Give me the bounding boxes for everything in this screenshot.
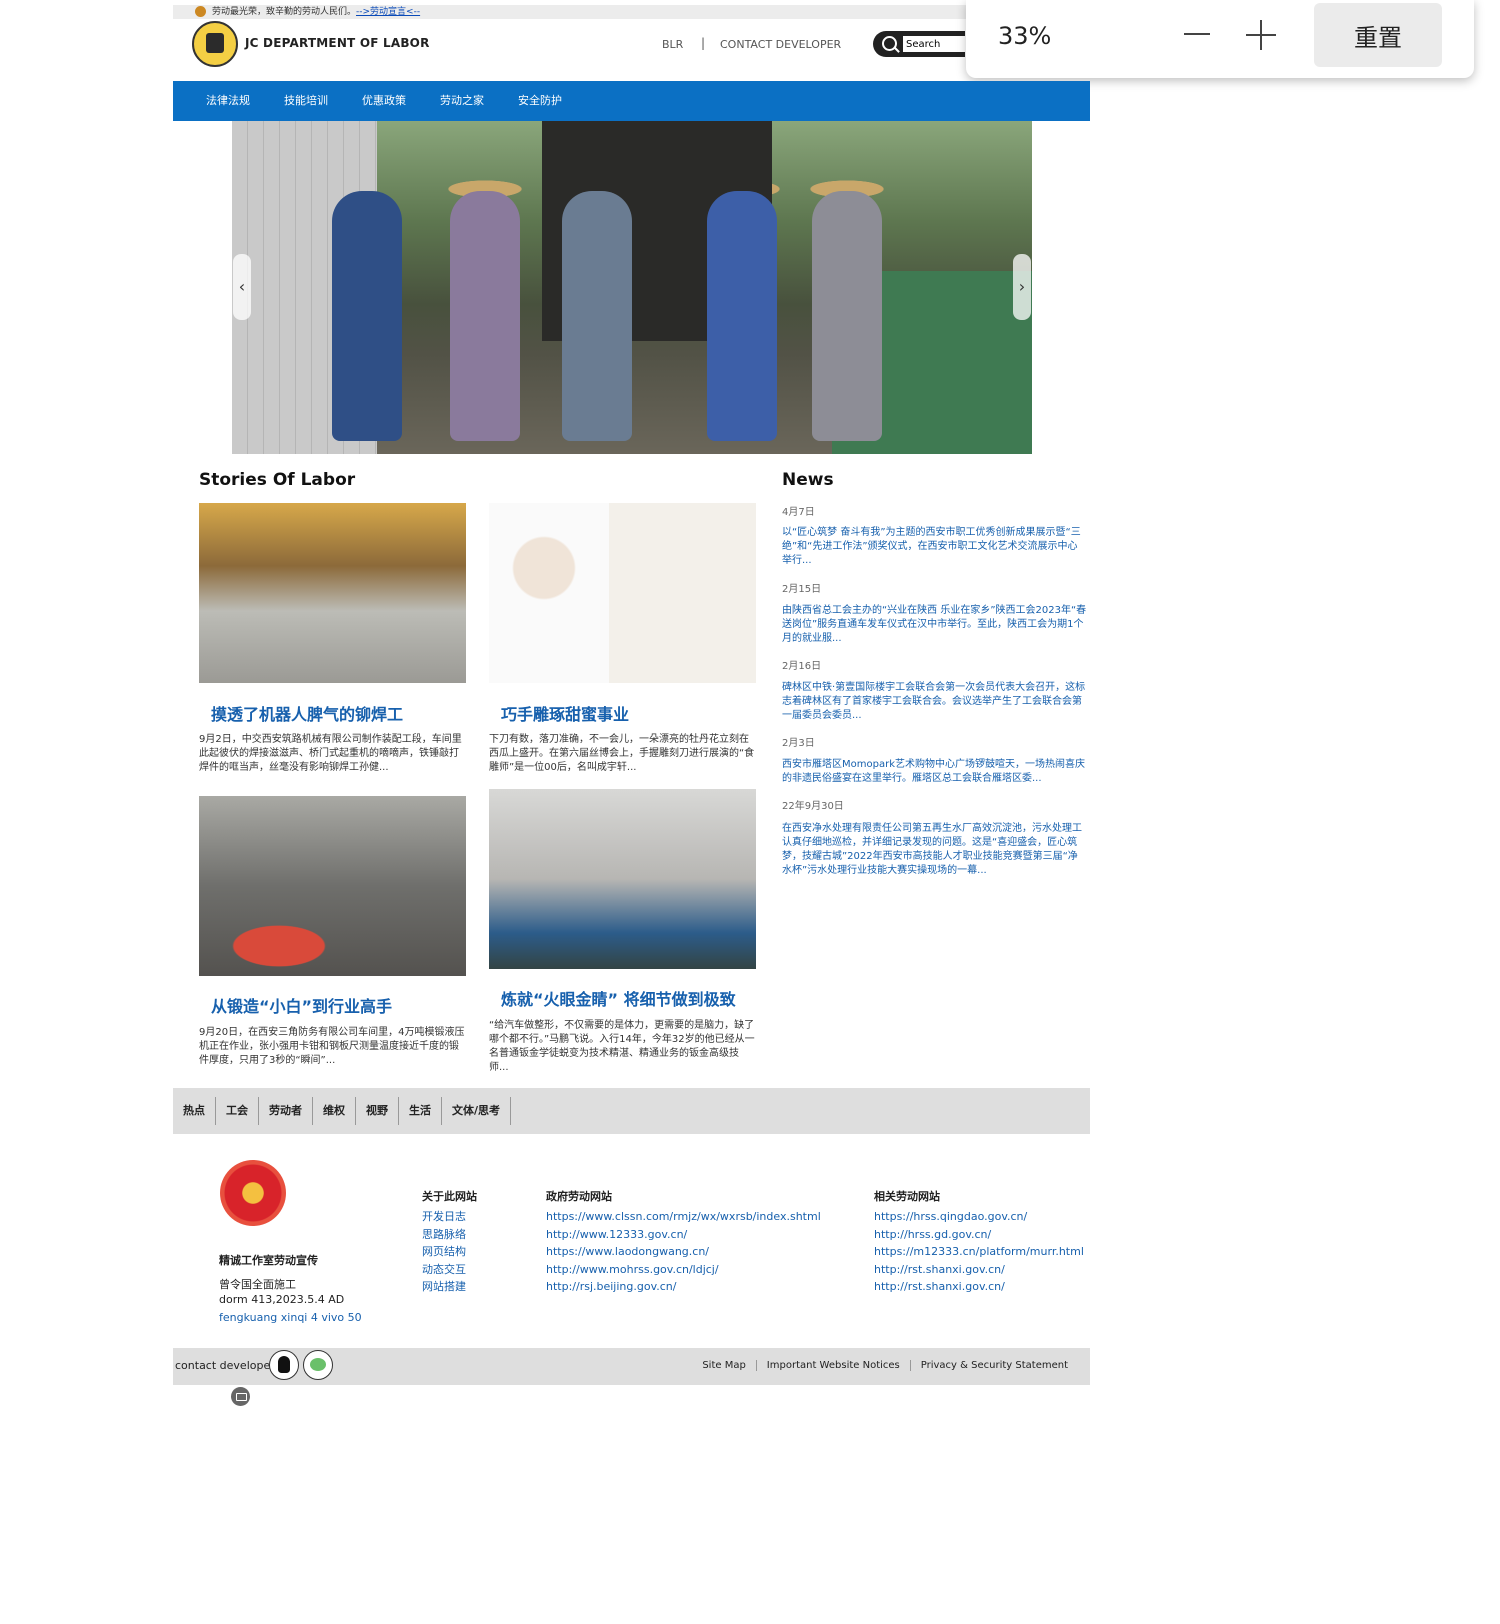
- carousel-prev-button[interactable]: ‹: [233, 254, 251, 320]
- footer-link[interactable]: 开发日志: [422, 1208, 466, 1226]
- category-tab[interactable]: 劳动者: [259, 1097, 313, 1125]
- footer-link[interactable]: http://hrss.gd.gov.cn/: [874, 1226, 1084, 1244]
- news-date: 4月7日: [782, 507, 815, 518]
- main-nav: 法律法规 技能培训 优惠政策 劳动之家 安全防护: [173, 81, 1090, 121]
- zoom-in-button[interactable]: [1246, 20, 1276, 50]
- site-map-link[interactable]: Site Map: [692, 1360, 755, 1371]
- footer-link[interactable]: 网页结构: [422, 1243, 466, 1261]
- contact-developer-label: contact developer: [175, 1359, 275, 1372]
- story-title[interactable]: 摸透了机器人脾气的铆焊工: [211, 701, 403, 725]
- nav-item-laws[interactable]: 法律法规: [206, 81, 250, 121]
- header-link-separator: |: [701, 36, 706, 50]
- hero-worker: [562, 191, 632, 441]
- story-image-welder[interactable]: [199, 503, 466, 683]
- footer-line: 曾令国全面施工: [219, 1278, 296, 1291]
- category-tab[interactable]: 生活: [399, 1097, 442, 1125]
- story-title[interactable]: 巧手雕琢甜蜜事业: [501, 701, 629, 725]
- footer-related-heading: 相关劳动网站: [874, 1190, 940, 1203]
- story-image-chef[interactable]: [489, 503, 756, 683]
- news-item[interactable]: 在西安净水处理有限责任公司第五再生水厂高效沉淀池，污水处理工认真仔细地巡检，并详…: [782, 822, 1087, 878]
- nav-item-skills-training[interactable]: 技能培训: [284, 81, 328, 121]
- news-item[interactable]: 西安市雁塔区Momopark艺术购物中心广场锣鼓喧天，一场热闹喜庆的非遗民俗盛宴…: [782, 758, 1087, 786]
- story-title[interactable]: 从锻造“小白”到行业高手: [211, 993, 392, 1017]
- website-notices-link[interactable]: Important Website Notices: [755, 1360, 910, 1371]
- search-box: [873, 31, 969, 57]
- news-item[interactable]: 以“匠心筑梦 奋斗有我”为主题的西安市职工优秀创新成果展示暨“三绝”和“先进工作…: [782, 526, 1087, 568]
- footer-about-links: 开发日志 思路脉络 网页结构 动态交互 网站搭建: [422, 1208, 466, 1296]
- footer-about-heading: 关于此网站: [422, 1190, 477, 1203]
- notice-link[interactable]: -->劳动宣言<--: [356, 7, 420, 17]
- footer-org-name: 精诚工作室劳动宣传: [219, 1254, 318, 1267]
- footer-link[interactable]: http://www.12333.gov.cn/: [546, 1226, 821, 1244]
- national-emblem-icon: [220, 1160, 286, 1226]
- story-desc: “给汽车做整形，不仅需要的是体力，更需要的是脑力，缺了哪个都不行。”马鹏飞说。入…: [489, 1020, 755, 1073]
- footer-bottom-links: Site Map Important Website Notices Privacy…: [692, 1360, 1078, 1371]
- header-link-blr[interactable]: BLR: [662, 38, 683, 51]
- news-item[interactable]: 由陕西省总工会主办的“兴业在陕西 乐业在家乡”陕西工会2023年“春送岗位”服务…: [782, 604, 1087, 646]
- footer-line: dorm 413,2023.5.4 AD: [219, 1293, 345, 1306]
- search-icon[interactable]: [882, 36, 897, 51]
- category-tab[interactable]: 工会: [216, 1097, 259, 1125]
- privacy-statement-link[interactable]: Privacy & Security Statement: [909, 1360, 1078, 1371]
- story-title[interactable]: 炼就“火眼金睛” 将细节做到极致: [501, 986, 736, 1010]
- zoom-reset-button[interactable]: 重置: [1314, 3, 1442, 67]
- story-image-forging[interactable]: [199, 796, 466, 976]
- footer-related-links: https://hrss.qingdao.gov.cn/ http://hrss…: [874, 1208, 1084, 1296]
- story-desc: 下刀有数，落刀准确，不一会儿，一朵漂亮的牡丹花立刻在西瓜上盛开。在第六届丝博会上…: [489, 734, 755, 773]
- nav-item-labor-home[interactable]: 劳动之家: [440, 81, 484, 121]
- news-date: 2月16日: [782, 661, 822, 672]
- hero-worker: [707, 191, 777, 441]
- footer-link[interactable]: https://www.laodongwang.cn/: [546, 1243, 821, 1261]
- qq-icon[interactable]: [269, 1350, 299, 1380]
- nav-item-policies[interactable]: 优惠政策: [362, 81, 406, 121]
- chat-icon[interactable]: [231, 1387, 250, 1406]
- footer-link[interactable]: 网站搭建: [422, 1278, 466, 1296]
- header-link-contact-developer[interactable]: CONTACT DEVELOPER: [720, 38, 841, 51]
- footer-link[interactable]: 思路脉络: [422, 1226, 466, 1244]
- story-desc: 9月20日，在西安三角防务有限公司车间里，4万吨模锻液压机正在作业，张小强用卡钳…: [199, 1027, 465, 1066]
- site-title[interactable]: JC DEPARTMENT OF LABOR: [245, 36, 430, 50]
- footer-gov-heading: 政府劳动网站: [546, 1190, 612, 1203]
- hero-worker: [450, 191, 520, 441]
- search-input[interactable]: [903, 36, 969, 52]
- footer-link[interactable]: http://rsj.beijing.gov.cn/: [546, 1278, 821, 1296]
- category-tab[interactable]: 维权: [313, 1097, 356, 1125]
- news-date: 2月3日: [782, 738, 815, 749]
- news-section-title: News: [782, 470, 834, 490]
- footer-link[interactable]: https://hrss.qingdao.gov.cn/: [874, 1208, 1084, 1226]
- news-item[interactable]: 碑林区中铁·第壹国际楼宇工会联合会第一次会员代表大会召开，这标志着碑林区有了首家…: [782, 681, 1087, 723]
- top-notice-bar: 劳动最光荣，致辛勤的劳动人民们。-->劳动宣言<--: [173, 5, 1089, 19]
- hero-worker: [812, 191, 882, 441]
- notice-text: 劳动最光荣，致辛勤的劳动人民们。: [212, 7, 357, 17]
- category-tab[interactable]: 视野: [356, 1097, 399, 1125]
- hero-carousel-image: [232, 121, 1032, 454]
- wechat-icon[interactable]: [303, 1350, 333, 1380]
- footer-link[interactable]: http://rst.shanxi.gov.cn/: [874, 1278, 1084, 1296]
- footer-link[interactable]: https://m12333.cn/platform/murr.html: [874, 1243, 1084, 1261]
- nav-item-safety[interactable]: 安全防护: [518, 81, 562, 121]
- hero-worker: [332, 191, 402, 441]
- category-tab[interactable]: 热点: [173, 1097, 216, 1125]
- footer-line: fengkuang xinqi 4 vivo 50: [219, 1311, 362, 1324]
- news-date: 2月15日: [782, 584, 822, 595]
- footer-gov-links: https://www.clssn.com/rmjz/wx/wxrsb/inde…: [546, 1208, 821, 1296]
- story-desc: 9月2日，中交西安筑路机械有限公司制作装配工段，车间里此起彼伏的焊接滋滋声、桥门…: [199, 734, 462, 773]
- stories-section-title: Stories Of Labor: [199, 470, 356, 490]
- zoom-popup: 33% 重置: [966, 0, 1474, 78]
- footer-bottom-bar: contact developer Site Map Important Webs…: [173, 1348, 1090, 1385]
- category-bar: 热点 工会 劳动者 维权 视野 生活 文体/思考: [173, 1088, 1090, 1134]
- zoom-out-button[interactable]: [1184, 33, 1210, 35]
- footer-link[interactable]: http://rst.shanxi.gov.cn/: [874, 1261, 1084, 1279]
- site-logo[interactable]: [192, 21, 238, 67]
- zoom-level: 33%: [998, 22, 1052, 50]
- footer-link[interactable]: http://www.mohrss.gov.cn/ldjcj/: [546, 1261, 821, 1279]
- footer-link[interactable]: 动态交互: [422, 1261, 466, 1279]
- story-image-auto-body[interactable]: [489, 789, 756, 969]
- category-tab[interactable]: 文体/思考: [442, 1097, 512, 1125]
- notice-badge-icon: [195, 6, 206, 17]
- footer-link[interactable]: https://www.clssn.com/rmjz/wx/wxrsb/inde…: [546, 1208, 821, 1226]
- news-date: 22年9月30日: [782, 801, 844, 812]
- carousel-next-button[interactable]: ›: [1013, 254, 1031, 320]
